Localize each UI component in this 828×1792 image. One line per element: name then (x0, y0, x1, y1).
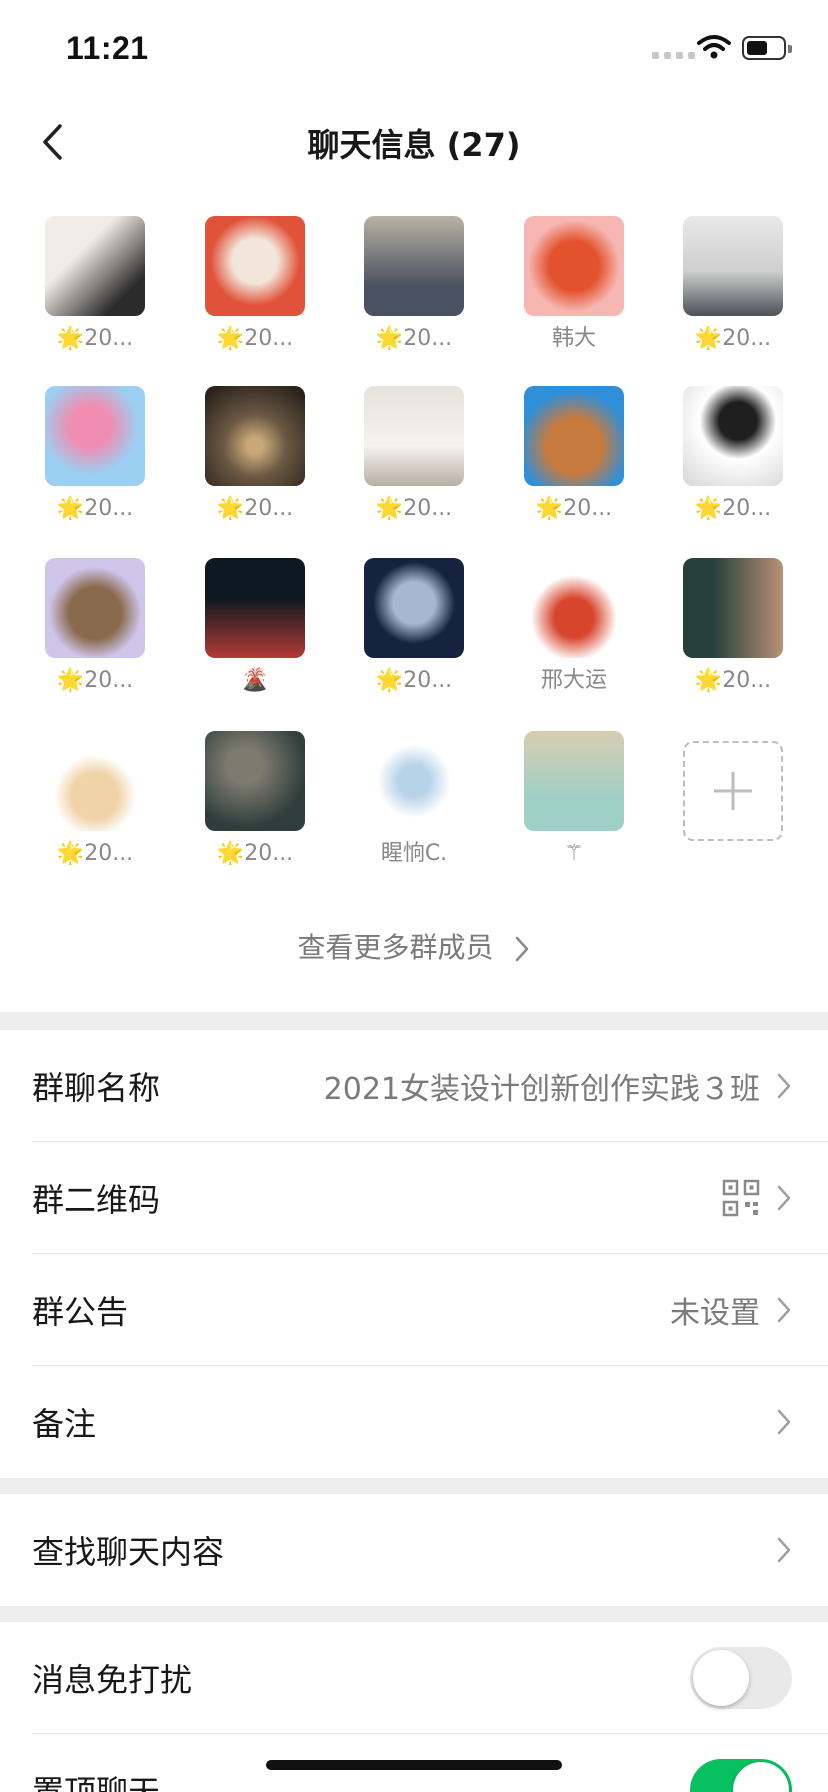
member-name: 🌟20... (216, 326, 294, 351)
remark-label: 备注 (32, 1405, 97, 1443)
status-time: 11:21 (66, 30, 149, 66)
search-chat-row[interactable]: 查找聊天内容 (0, 1494, 828, 1606)
member-item[interactable]: 🌟20... (35, 386, 155, 524)
member-name: 🌟20... (694, 326, 772, 351)
avatar (205, 216, 305, 316)
cellular-signal-icon (652, 52, 695, 59)
member-name: 🌟20... (56, 668, 134, 693)
member-item[interactable]: 🌟20... (354, 216, 474, 354)
wifi-icon (697, 35, 731, 59)
settings-group-info: 群聊名称 2021女装设计创新创作实践３班 群二维码 群公告 未设置 备注 (0, 1030, 828, 1478)
avatar (205, 731, 305, 831)
member-name: 邢大运 (540, 668, 607, 693)
member-name: 🌟20... (56, 496, 134, 521)
toggle-knob (733, 1762, 789, 1792)
group-name-row[interactable]: 群聊名称 2021女装设计创新创作实践３班 (0, 1030, 828, 1142)
mute-row: 消息免打扰 (0, 1622, 828, 1734)
member-name: 🌟20... (694, 496, 772, 521)
avatar (364, 386, 464, 486)
member-item[interactable]: 🌟20... (673, 386, 793, 524)
group-name-label: 群聊名称 (32, 1069, 161, 1107)
member-name: 🌟20... (56, 326, 134, 351)
member-item[interactable]: ⚚ (514, 731, 634, 869)
pin-label: 置顶聊天 (32, 1773, 161, 1792)
member-name: 🌟20... (375, 668, 453, 693)
member-item[interactable]: 🌟20... (195, 386, 315, 524)
avatar (205, 558, 305, 658)
member-item[interactable]: 🌟20... (195, 731, 315, 869)
member-name: 🌟20... (216, 496, 294, 521)
member-name: 🌟20... (56, 841, 134, 866)
announcement-label: 群公告 (32, 1293, 129, 1331)
member-item[interactable]: 🌟20... (514, 386, 634, 524)
toggle-knob (693, 1650, 749, 1706)
search-chat-label: 查找聊天内容 (32, 1533, 225, 1571)
member-item[interactable]: 🌟20... (195, 216, 315, 354)
member-item[interactable]: 🌟20... (35, 558, 155, 696)
announcement-row[interactable]: 群公告 未设置 (0, 1254, 828, 1366)
member-grid: 🌟20... 🌟20... 🌟20... 韩大 🌟20... 🌟20... 🌟2… (0, 186, 828, 1012)
page-title: 聊天信息 (27) (307, 126, 521, 164)
avatar (45, 558, 145, 658)
avatar (45, 216, 145, 316)
member-name: 🌟20... (216, 841, 294, 866)
avatar (683, 558, 783, 658)
avatar (45, 731, 145, 831)
member-name: 🌟20... (535, 496, 613, 521)
member-item[interactable]: 🌟20... (35, 731, 155, 869)
member-item[interactable]: 邢大运 (514, 558, 634, 696)
avatar (205, 386, 305, 486)
avatar (524, 216, 624, 316)
member-name: 睲恦C. (380, 841, 448, 866)
member-item[interactable]: 睲恦C. (354, 731, 474, 869)
avatar (364, 216, 464, 316)
avatar (683, 216, 783, 316)
avatar (524, 731, 624, 831)
add-member-button[interactable] (683, 741, 783, 841)
chevron-right-icon (777, 1297, 791, 1323)
member-name: 🌟20... (375, 326, 453, 351)
member-item[interactable]: 韩大 (514, 216, 634, 354)
member-item[interactable]: 🌟20... (673, 216, 793, 354)
member-name: ⚚ (564, 841, 584, 866)
qr-code-icon (722, 1179, 760, 1217)
home-indicator (266, 1760, 562, 1770)
plus-icon (714, 772, 752, 810)
member-item[interactable]: 🌟20... (354, 558, 474, 696)
avatar (683, 386, 783, 486)
pin-toggle[interactable] (690, 1759, 792, 1792)
mute-toggle[interactable] (690, 1647, 792, 1709)
avatar (524, 386, 624, 486)
view-more-members-label: 查看更多群成员 (297, 931, 494, 964)
chevron-right-icon (777, 1185, 791, 1211)
member-item[interactable]: 🌟20... (673, 558, 793, 696)
announcement-value: 未设置 (670, 1296, 760, 1331)
member-name: 🌟20... (375, 496, 453, 521)
avatar (364, 558, 464, 658)
qr-code-row[interactable]: 群二维码 (0, 1142, 828, 1254)
status-bar: 11:21 (0, 0, 828, 96)
chevron-right-icon (777, 1073, 791, 1099)
group-name-value: 2021女装设计创新创作实践３班 (323, 1072, 760, 1107)
view-more-members[interactable]: 查看更多群成员 (0, 926, 828, 966)
avatar (524, 558, 624, 658)
member-item[interactable]: 🌟20... (354, 386, 474, 524)
member-name: 韩大 (551, 326, 596, 351)
chevron-right-icon (516, 936, 529, 962)
mute-label: 消息免打扰 (32, 1661, 193, 1699)
qr-code-label: 群二维码 (32, 1181, 161, 1219)
nav-bar: 聊天信息 (27) (0, 96, 828, 186)
avatar (45, 386, 145, 486)
member-item[interactable]: 🌟20... (35, 216, 155, 354)
avatar (364, 731, 464, 831)
member-name: 🌟20... (694, 668, 772, 693)
settings-group-search: 查找聊天内容 (0, 1494, 828, 1606)
battery-icon (742, 36, 792, 60)
member-name: 🌋 (241, 668, 269, 693)
chevron-right-icon (777, 1409, 791, 1435)
remark-row[interactable]: 备注 (0, 1366, 828, 1478)
member-item[interactable]: 🌋 (195, 558, 315, 696)
chevron-right-icon (777, 1537, 791, 1563)
